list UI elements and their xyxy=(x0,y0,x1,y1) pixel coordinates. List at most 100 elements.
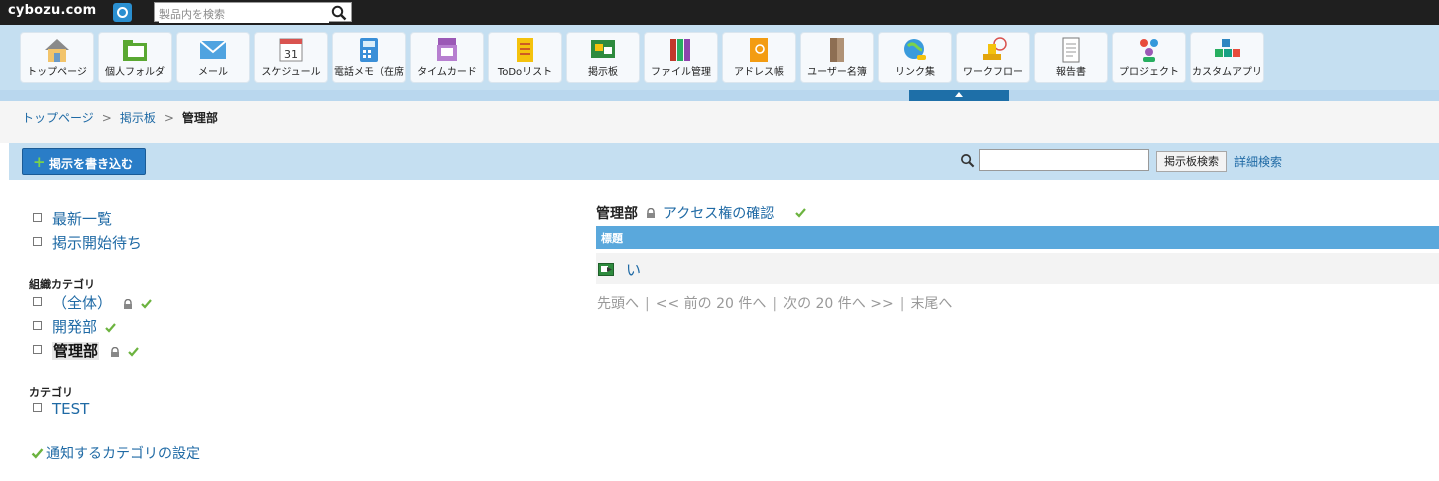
app-menu-bar: トップページ 個人フォルダ メール 31 スケジュール 電話メモ（在席 タイムカ… xyxy=(0,25,1439,90)
sidebar-item-development[interactable]: 開発部 xyxy=(33,316,116,337)
cybozu-app-icon[interactable] xyxy=(113,3,132,22)
app-project[interactable]: プロジェクト xyxy=(1112,32,1186,83)
timecard-icon xyxy=(437,38,457,61)
app-label: 個人フォルダ xyxy=(105,67,165,78)
app-label: スケジュール xyxy=(261,67,321,78)
app-label: リンク集 xyxy=(895,67,935,78)
access-lock-icon xyxy=(647,207,656,218)
expand-box-icon xyxy=(33,321,42,330)
product-search-input[interactable] xyxy=(159,6,329,23)
breadcrumb-separator-icon: > xyxy=(163,111,174,125)
breadcrumb: トップページ > 掲示板 > 管理部 xyxy=(0,101,1439,143)
pager-separator: | xyxy=(772,296,778,312)
board-search-input[interactable] xyxy=(979,149,1149,171)
expand-box-icon xyxy=(33,345,42,354)
app-workflow[interactable]: ワークフロー xyxy=(956,32,1030,83)
breadcrumb-bulletin-board[interactable]: 掲示板 xyxy=(120,111,156,125)
notify-category-settings-label: 通知するカテゴリの設定 xyxy=(46,446,200,462)
table-row[interactable]: い xyxy=(596,253,1439,284)
pager-prev[interactable]: << 前の 20 件へ xyxy=(656,296,767,312)
app-label: タイムカード xyxy=(417,67,477,78)
collapse-app-bar-toggle[interactable] xyxy=(909,90,1009,101)
search-icon[interactable] xyxy=(331,5,347,21)
top-bar: cybozu.com xyxy=(0,0,1439,25)
board-header: 管理部 アクセス権の確認 xyxy=(596,203,806,223)
sidebar-item-label: 掲示開始待ち xyxy=(52,234,143,252)
app-label: ワークフロー xyxy=(963,67,1023,78)
workflow-stamp-icon xyxy=(983,37,1007,60)
board-toolbar: + 掲示を書き込む 掲示板検索 詳細検索 xyxy=(9,143,1439,180)
sidebar-item-all[interactable]: （全体） xyxy=(33,292,152,313)
home-icon xyxy=(45,39,69,62)
pager-separator: | xyxy=(899,296,905,312)
table-header: 標題 xyxy=(596,226,1439,249)
app-label: アドレス帳 xyxy=(734,67,784,78)
app-bar-strip xyxy=(0,90,1439,101)
check-icon xyxy=(31,448,44,459)
app-label: 電話メモ（在席 xyxy=(334,67,404,78)
app-todo[interactable]: ToDoリスト xyxy=(488,32,562,83)
expand-box-icon xyxy=(33,213,42,222)
app-label: ToDoリスト xyxy=(497,67,553,78)
app-top-page[interactable]: トップページ xyxy=(20,32,94,83)
pager-first[interactable]: 先頭へ xyxy=(597,296,639,312)
column-header-subject[interactable]: 標題 xyxy=(601,230,623,246)
app-custom-app[interactable]: カスタムアプリ xyxy=(1190,32,1264,83)
sidebar-item-pending[interactable]: 掲示開始待ち xyxy=(33,232,142,253)
app-label: トップページ xyxy=(27,67,87,78)
sidebar-item-label: 開発部 xyxy=(52,318,98,336)
app-link-collection[interactable]: リンク集 xyxy=(878,32,952,83)
phone-memo-icon xyxy=(360,38,378,62)
app-label: カスタムアプリ xyxy=(1192,67,1262,78)
access-lock-icon xyxy=(123,299,132,309)
todo-icon xyxy=(517,38,533,62)
expand-box-icon xyxy=(33,403,42,412)
app-mail[interactable]: メール xyxy=(176,32,250,83)
write-post-label: 掲示を書き込む xyxy=(49,157,134,171)
sidebar-item-test[interactable]: TEST xyxy=(33,400,89,418)
check-icon xyxy=(140,299,152,309)
bulletin-board-icon xyxy=(591,40,615,58)
product-search-box xyxy=(154,2,352,23)
org-category-title: 組織カテゴリ xyxy=(29,278,95,291)
app-timecard[interactable]: タイムカード xyxy=(410,32,484,83)
app-schedule[interactable]: 31 スケジュール xyxy=(254,32,328,83)
pager-separator: | xyxy=(645,296,650,312)
sidebar-item-latest[interactable]: 最新一覧 xyxy=(33,208,112,229)
expand-box-icon xyxy=(33,237,42,246)
sidebar-item-management[interactable]: 管理部 xyxy=(33,340,139,361)
project-people-icon xyxy=(1140,39,1158,62)
search-icon xyxy=(961,154,975,168)
pager-next[interactable]: 次の 20 件へ >> xyxy=(783,296,894,312)
advanced-search-link[interactable]: 詳細検索 xyxy=(1234,153,1282,170)
cybozu-logo[interactable]: cybozu.com xyxy=(8,3,96,18)
breadcrumb-top-page[interactable]: トップページ xyxy=(22,111,94,125)
notify-category-settings-link[interactable]: 通知するカテゴリの設定 xyxy=(31,443,200,463)
app-label: プロジェクト xyxy=(1119,67,1179,78)
sidebar-item-label: TEST xyxy=(52,400,90,418)
address-book-icon xyxy=(750,38,768,62)
custom-app-blocks-icon xyxy=(1215,39,1240,57)
sidebar-item-label: （全体） xyxy=(52,294,113,312)
app-personal-folder[interactable]: 個人フォルダ xyxy=(98,32,172,83)
category-title: カテゴリ xyxy=(29,386,73,399)
calendar-icon: 31 xyxy=(279,38,303,62)
access-rights-link[interactable]: アクセス権の確認 xyxy=(663,206,774,222)
plus-icon: + xyxy=(33,153,46,171)
app-label: 報告書 xyxy=(1056,67,1086,78)
board-search-button[interactable]: 掲示板検索 xyxy=(1156,151,1227,172)
sidebar-item-label: 最新一覧 xyxy=(52,210,113,228)
app-bulletin-board[interactable]: 掲示板 xyxy=(566,32,640,83)
app-file-management[interactable]: ファイル管理 xyxy=(644,32,718,83)
post-title-link[interactable]: い xyxy=(626,259,641,280)
write-post-button[interactable]: + 掲示を書き込む xyxy=(22,148,146,175)
app-phone-memo[interactable]: 電話メモ（在席 xyxy=(332,32,406,83)
check-icon xyxy=(127,347,139,357)
pager-last[interactable]: 末尾へ xyxy=(910,296,952,312)
link-globe-icon xyxy=(904,39,926,60)
app-address-book[interactable]: アドレス帳 xyxy=(722,32,796,83)
app-report[interactable]: 報告書 xyxy=(1034,32,1108,83)
sidebar-item-label-current: 管理部 xyxy=(52,342,100,360)
app-user-directory[interactable]: ユーザー名簿 xyxy=(800,32,874,83)
breadcrumb-separator-icon: > xyxy=(101,111,112,125)
